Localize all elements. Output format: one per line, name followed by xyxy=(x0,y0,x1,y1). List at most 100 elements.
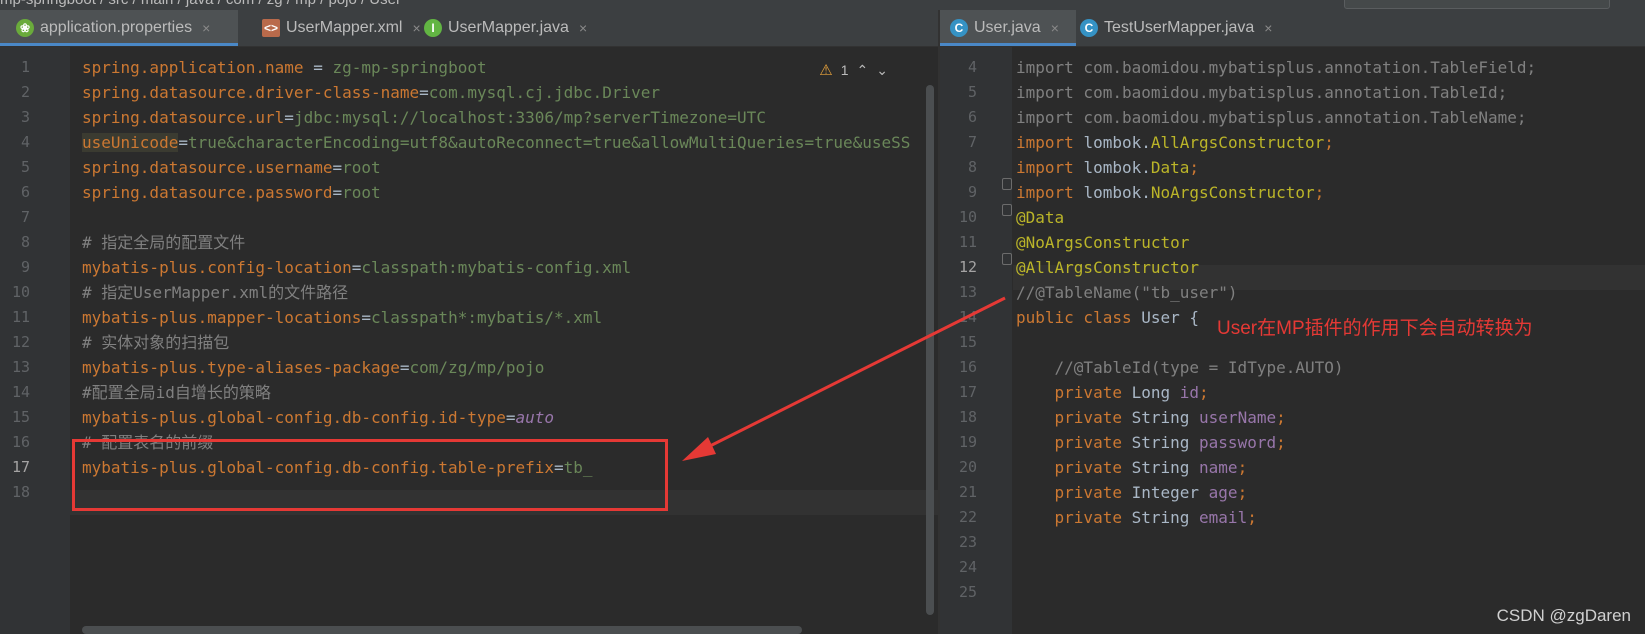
java-editor[interactable]: 4 import com.baomidou.mybatisplus.annotat… xyxy=(940,47,1645,634)
line-number[interactable]: 5 xyxy=(940,80,977,105)
horizontal-scrollbar[interactable] xyxy=(82,626,802,634)
line-number[interactable]: 3 xyxy=(0,105,30,130)
code-line[interactable]: @AllArgsConstructor xyxy=(1016,255,1199,280)
line-number[interactable]: 8 xyxy=(0,230,30,255)
code-line[interactable]: import com.baomidou.mybatisplus.annotati… xyxy=(1016,80,1507,105)
line-number[interactable]: 17 xyxy=(940,380,977,405)
code-line[interactable]: //@TableName("tb_user") xyxy=(1016,280,1238,305)
code-line[interactable]: # 实体对象的扫描包 xyxy=(82,330,229,355)
run-configuration-selector[interactable] xyxy=(1344,0,1610,9)
warning-count: 1 xyxy=(840,62,849,78)
code-line[interactable]: spring.application.name = zg-mp-springbo… xyxy=(82,55,487,80)
line-number[interactable]: 4 xyxy=(940,55,977,80)
code-line[interactable]: private Long id; xyxy=(1016,380,1209,405)
code-token: # 指定全局的配置文件 xyxy=(82,233,246,252)
code-line[interactable]: #配置全局id自增长的策略 xyxy=(82,380,271,405)
code-line[interactable]: mybatis-plus.config-location=classpath:m… xyxy=(82,255,631,280)
tab-usermapper-java[interactable]: I UserMapper.java × xyxy=(424,10,587,46)
close-icon[interactable]: × xyxy=(1051,20,1059,36)
tab-user-java[interactable]: C User.java × xyxy=(940,10,1076,46)
chevron-down-icon[interactable]: ⌄ xyxy=(876,62,888,79)
line-number[interactable]: 11 xyxy=(940,230,977,255)
code-line[interactable]: private Integer age; xyxy=(1016,480,1248,505)
code-line[interactable]: private String email; xyxy=(1016,505,1257,530)
line-number[interactable]: 6 xyxy=(0,180,30,205)
line-number[interactable]: 7 xyxy=(940,130,977,155)
line-number[interactable]: 12 xyxy=(940,255,977,280)
line-number[interactable]: 25 xyxy=(940,580,977,605)
line-number[interactable]: 10 xyxy=(940,205,977,230)
line-number[interactable]: 4 xyxy=(0,130,30,155)
line-number[interactable]: 16 xyxy=(0,430,30,455)
vertical-scrollbar[interactable] xyxy=(926,85,934,615)
line-number[interactable]: 6 xyxy=(940,105,977,130)
code-line[interactable]: @NoArgsConstructor xyxy=(1016,230,1189,255)
line-number[interactable]: 19 xyxy=(940,430,977,455)
line-number[interactable]: 17 xyxy=(0,455,30,480)
line-number[interactable]: 15 xyxy=(940,330,977,355)
tab-usermapper-xml[interactable]: <> UserMapper.xml × xyxy=(262,10,421,46)
code-line[interactable]: @Data xyxy=(1016,205,1064,230)
line-number[interactable]: 12 xyxy=(0,330,30,355)
line-number[interactable]: 14 xyxy=(940,305,977,330)
code-line[interactable]: mybatis-plus.mapper-locations=classpath*… xyxy=(82,305,602,330)
code-line[interactable]: import lombok.AllArgsConstructor; xyxy=(1016,130,1334,155)
code-line[interactable]: import com.baomidou.mybatisplus.annotati… xyxy=(1016,105,1527,130)
line-number[interactable]: 10 xyxy=(0,280,30,305)
code-token: id xyxy=(1179,383,1200,402)
code-line[interactable]: spring.datasource.username=root xyxy=(82,155,381,180)
close-icon[interactable]: × xyxy=(1264,20,1272,36)
chevron-up-icon[interactable]: ⌃ xyxy=(857,62,869,79)
line-number[interactable]: 22 xyxy=(940,505,977,530)
close-icon[interactable]: × xyxy=(412,20,420,36)
code-line[interactable]: private String name; xyxy=(1016,455,1248,480)
code-line[interactable]: spring.datasource.url=jdbc:mysql://local… xyxy=(82,105,766,130)
fold-icon[interactable] xyxy=(1002,178,1012,190)
inspection-widget[interactable]: ⚠ 1 ⌃ ⌄ xyxy=(819,61,888,80)
line-number[interactable]: 5 xyxy=(0,155,30,180)
line-number[interactable]: 7 xyxy=(0,205,30,230)
line-number[interactable]: 11 xyxy=(0,305,30,330)
close-icon[interactable]: × xyxy=(202,20,210,36)
code-line[interactable]: mybatis-plus.type-aliases-package=com/zg… xyxy=(82,355,544,380)
line-number[interactable]: 2 xyxy=(0,80,30,105)
line-number[interactable]: 14 xyxy=(0,380,30,405)
line-number[interactable]: 9 xyxy=(0,255,30,280)
line-number[interactable]: 21 xyxy=(940,480,977,505)
line-number[interactable]: 16 xyxy=(940,355,977,380)
code-line[interactable]: //@TableId(type = IdType.AUTO) xyxy=(1016,355,1344,380)
code-line[interactable]: spring.datasource.driver-class-name=com.… xyxy=(82,80,660,105)
fold-icon[interactable] xyxy=(1002,253,1012,265)
close-icon[interactable]: × xyxy=(579,20,587,36)
tab-testusermapper-java[interactable]: C TestUserMapper.java × xyxy=(1080,10,1272,46)
code-token: User { xyxy=(1141,308,1209,327)
fold-icon[interactable] xyxy=(1002,204,1012,216)
code-line[interactable]: import lombok.Data; xyxy=(1016,155,1199,180)
line-number[interactable]: 18 xyxy=(0,480,30,505)
code-line[interactable]: import com.baomidou.mybatisplus.annotati… xyxy=(1016,55,1536,80)
code-line[interactable]: spring.datasource.password=root xyxy=(82,180,381,205)
code-line[interactable]: import lombok.NoArgsConstructor; xyxy=(1016,180,1324,205)
breadcrumb[interactable]: mp-springboot / src / main / java / com … xyxy=(0,0,401,8)
code-line[interactable]: private String userName; xyxy=(1016,405,1286,430)
left-tab-bar: ❀ application.properties × <> UserMapper… xyxy=(0,10,938,47)
line-number[interactable]: 23 xyxy=(940,530,977,555)
line-number[interactable]: 13 xyxy=(940,280,977,305)
line-number[interactable]: 15 xyxy=(0,405,30,430)
code-line[interactable]: public class User { xyxy=(1016,305,1209,330)
tab-application-properties[interactable]: ❀ application.properties × xyxy=(0,10,238,46)
line-number[interactable]: 24 xyxy=(940,555,977,580)
code-line[interactable]: private String password; xyxy=(1016,430,1286,455)
line-number[interactable]: 20 xyxy=(940,455,977,480)
line-number[interactable]: 13 xyxy=(0,355,30,380)
code-line[interactable]: # 指定全局的配置文件 xyxy=(82,230,245,255)
line-number[interactable]: 9 xyxy=(940,180,977,205)
line-number[interactable]: 18 xyxy=(940,405,977,430)
properties-editor[interactable]: 1 spring.application.name = zg-mp-springb… xyxy=(0,47,938,634)
code-line[interactable]: useUnicode=true&characterEncoding=utf8&a… xyxy=(82,130,910,155)
code-line[interactable]: # 指定UserMapper.xml的文件路径 xyxy=(82,280,348,305)
code-token: #配置全局id自增长的策略 xyxy=(82,383,271,402)
line-number[interactable]: 1 xyxy=(0,55,30,80)
code-line[interactable]: mybatis-plus.global-config.db-config.id-… xyxy=(82,405,554,430)
line-number[interactable]: 8 xyxy=(940,155,977,180)
